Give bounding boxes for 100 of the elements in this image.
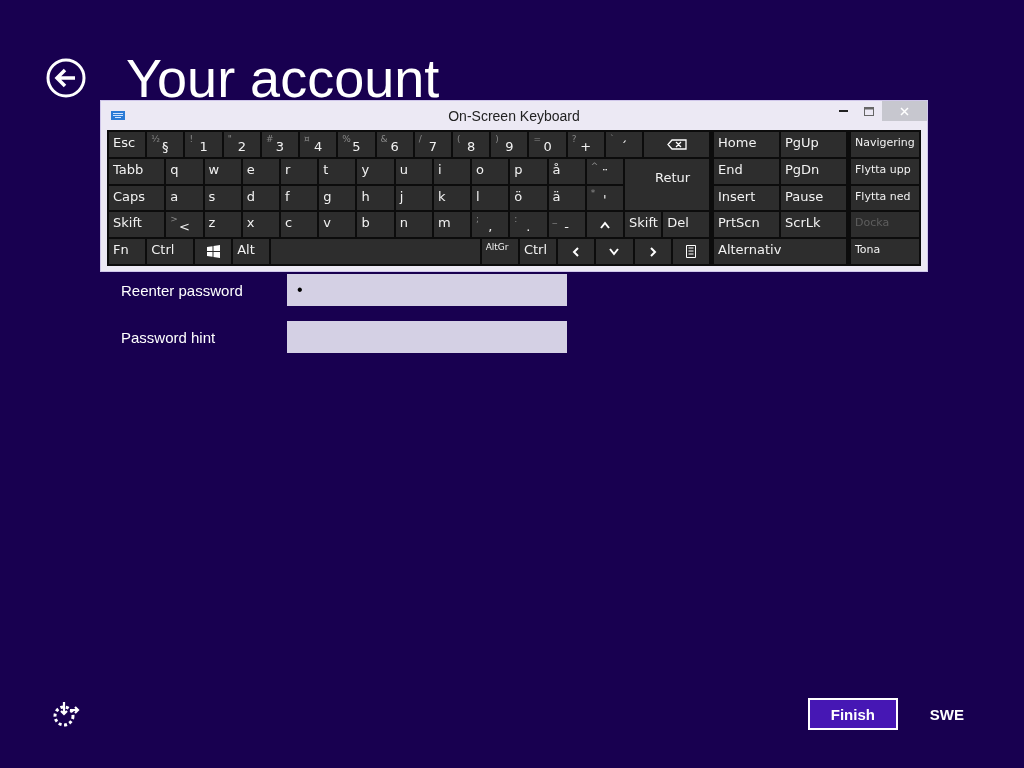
keyboard-key[interactable]: Ctrl <box>147 239 193 264</box>
keyboard-key[interactable]: & 6 <box>376 132 413 157</box>
keyboard-key[interactable]: j <box>395 185 432 211</box>
keyboard-key[interactable]: End <box>714 158 779 184</box>
input-field[interactable]: • <box>287 274 567 306</box>
keyboard-key[interactable]: x <box>242 212 279 238</box>
keyboard-key[interactable]: p <box>510 158 547 184</box>
keyboard-key[interactable]: g <box>319 185 356 211</box>
keyboard-key[interactable]: Tabb <box>109 158 165 184</box>
keyboard-key[interactable]: Pause <box>781 185 846 211</box>
keyboard-key[interactable]: w <box>204 158 241 184</box>
up-arrow-key[interactable] <box>586 212 623 238</box>
chevron-left-icon <box>572 246 581 257</box>
keyboard-key[interactable]: z <box>204 212 241 238</box>
shift-symbol: > <box>170 214 178 225</box>
keyboard-key[interactable]: ¤ 4 <box>300 132 337 157</box>
down-arrow-key[interactable] <box>596 239 633 264</box>
language-indicator[interactable]: SWE <box>929 705 964 723</box>
keyboard-key[interactable]: y <box>357 158 394 184</box>
keyboard-key[interactable]: AltGr <box>481 239 518 264</box>
keyboard-key[interactable]: ^ ¨ <box>586 158 623 184</box>
keyboard-key[interactable]: s <box>204 185 241 211</box>
shift-symbol: ` <box>609 134 615 144</box>
ease-of-access-button[interactable] <box>52 700 80 728</box>
keyboard-key[interactable]: Alt <box>233 239 270 264</box>
keyboard-key[interactable]: Del <box>663 212 709 238</box>
keyboard-key[interactable]: o <box>472 158 509 184</box>
close-icon <box>900 106 909 116</box>
keyboard-key[interactable]: n <box>395 212 432 238</box>
menu-key[interactable] <box>672 239 709 264</box>
chevron-down-icon <box>609 247 620 256</box>
shift-symbol: = <box>533 134 541 144</box>
keyboard-key[interactable]: Home <box>714 132 779 157</box>
keyboard-key[interactable]: l <box>472 185 509 211</box>
keyboard-key[interactable]: %5 <box>338 132 375 157</box>
keyboard-key[interactable]: i <box>433 158 471 184</box>
shift-symbol: ( <box>457 134 461 144</box>
keyboard-key[interactable]: Skift <box>109 212 165 238</box>
shift-symbol: ) <box>495 134 499 144</box>
keyboard-key[interactable]: h <box>357 185 394 211</box>
keyboard-key[interactable]: Flytta upp <box>851 158 919 184</box>
backspace-icon <box>666 138 687 150</box>
right-arrow-key[interactable] <box>634 239 671 264</box>
keyboard-key[interactable]: t <box>319 158 356 184</box>
keyboard-key[interactable]: d <box>242 185 279 211</box>
keyboard-key[interactable]: r <box>281 158 318 184</box>
keyboard-key[interactable]: Flytta ned <box>851 185 919 211</box>
keyboard-key[interactable]: v <box>319 212 356 238</box>
keyboard-key[interactable]: m <box>433 212 471 238</box>
keyboard-key[interactable]: : . <box>510 212 547 238</box>
keyboard-key[interactable]: u <box>395 158 432 184</box>
keyboard-key[interactable]: " 2 <box>223 132 260 157</box>
keyboard-key[interactable]: a <box>166 185 203 211</box>
keyboard-key[interactable]: Fn <box>109 239 146 264</box>
keyboard-key[interactable]: ( 8 <box>453 132 490 157</box>
keyboard-key[interactable]: ` ´ <box>605 132 643 157</box>
keyboard-key[interactable]: Ctrl <box>519 239 557 264</box>
keyboard-key[interactable]: >< <box>166 212 203 238</box>
keyboard-key[interactable]: Skift <box>625 212 662 238</box>
keyboard-key[interactable]: b <box>357 212 394 238</box>
minimize-icon <box>838 110 848 112</box>
keyboard-key[interactable]: PgDn <box>781 158 846 184</box>
backspace-key[interactable] <box>644 132 709 157</box>
keyboard-key[interactable]: ; , <box>472 212 509 238</box>
keyboard-key[interactable]: / 7 <box>414 132 451 157</box>
field-label: Password hint <box>121 328 217 346</box>
keyboard-key[interactable]: e <box>242 158 279 184</box>
keyboard-key[interactable]: * ' <box>586 185 623 211</box>
keyboard-key[interactable]: # 3 <box>261 132 299 157</box>
finish-button[interactable]: Finish <box>807 698 898 730</box>
keyboard-key[interactable]: Insert <box>714 185 779 211</box>
keyboard-key[interactable]: k <box>433 185 471 211</box>
keyboard-key[interactable]: ä <box>548 185 585 211</box>
input-field[interactable] <box>287 321 567 353</box>
left-arrow-key[interactable] <box>558 239 595 264</box>
windows-key[interactable] <box>195 239 232 264</box>
keyboard-key[interactable]: q <box>166 158 203 184</box>
keyboard-key[interactable]: Navigering <box>851 132 919 157</box>
keyboard-key[interactable]: Alternativ <box>714 239 846 264</box>
keyboard-key[interactable]: PgUp <box>781 132 846 157</box>
keyboard-key[interactable]: Esc <box>109 132 146 157</box>
keyboard-key[interactable]: f <box>281 185 318 211</box>
keyboard-key[interactable]: c <box>281 212 318 238</box>
keyboard-key[interactable]: Caps <box>109 185 165 211</box>
keyboard-key[interactable]: ScrLk <box>781 212 846 238</box>
keyboard-key[interactable]: ! 1 <box>185 132 222 157</box>
keyboard-key[interactable]: = 0 <box>529 132 566 157</box>
menu-icon <box>685 245 696 259</box>
field-label: Reenter password <box>121 281 244 299</box>
enter-key[interactable]: Retur <box>625 158 709 211</box>
keyboard-key[interactable]: ? + <box>567 132 604 157</box>
keyboard-key[interactable]: Tona <box>851 239 919 264</box>
back-button[interactable] <box>46 58 86 98</box>
keyboard-icon <box>111 111 125 120</box>
keyboard-key[interactable]: PrtScn <box>714 212 779 238</box>
keyboard-key[interactable]: å <box>548 158 585 184</box>
keyboard-key[interactable]: ) 9 <box>491 132 528 157</box>
keyboard-key[interactable]: _ - <box>548 212 585 238</box>
keyboard-key[interactable]: ö <box>510 185 547 211</box>
maximize-icon <box>864 106 874 116</box>
